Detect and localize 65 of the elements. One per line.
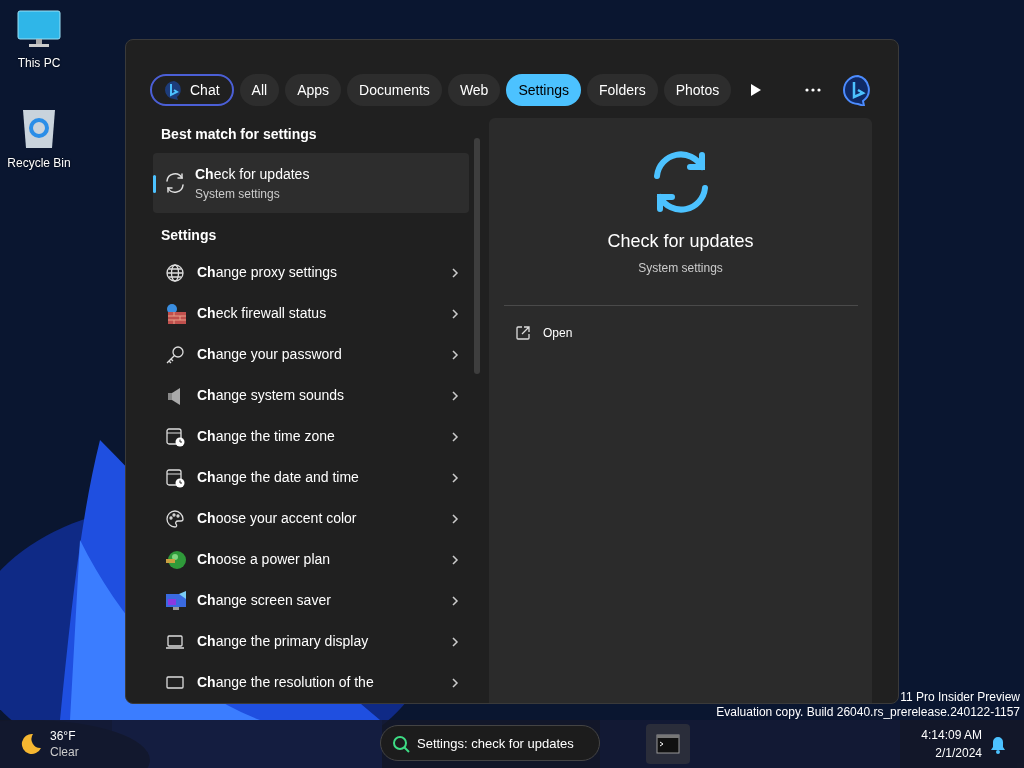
filter-tab[interactable]: Settings [506,74,581,106]
scrollbar-thumb[interactable] [474,138,480,374]
watermark-text: 11 Pro Insider Preview [900,691,1020,704]
settings-result[interactable]: Change the time zone [153,416,469,457]
chevron-icon [451,266,459,279]
settings-result[interactable]: Choose a power plan [153,539,469,580]
best-match-item[interactable]: Check for updates System settings [153,153,469,213]
settings-result[interactable]: Change screen saver [153,580,469,621]
chevron-icon [451,635,459,648]
more-icon [804,88,821,92]
chevron-icon [451,430,459,443]
settings-result[interactable]: Change your password [153,334,469,375]
palette-icon [165,508,187,529]
filter-tab[interactable]: Folders [587,74,658,106]
globe-icon [165,262,187,283]
calendar-clock-icon [165,467,187,488]
chevron-icon [451,676,459,689]
external-link-icon [515,325,531,341]
monitor-icon [165,589,187,612]
notification-bell-icon[interactable] [990,736,1006,754]
play-icon [750,83,763,97]
result-subtitle: System settings [195,185,281,203]
filter-tab[interactable]: Web [447,74,501,106]
preview-title: Check for updates [607,230,754,253]
selection-indicator [153,175,156,193]
chevron-icon [451,553,459,566]
settings-result[interactable]: Change the resolution of the [153,662,469,703]
key-icon [165,344,187,365]
power-plan-icon [165,548,187,571]
watermark-text: Evaluation copy. Build 26040.rs_prerelease.240122-1157 [716,706,1020,719]
open-action[interactable]: Open [513,320,575,346]
monitor-icon[interactable] [17,10,61,50]
calendar-clock-icon [165,426,187,447]
clock[interactable]: 4:14:09 AM 2/1/2024 [921,726,982,762]
chevron-icon [451,348,459,361]
filter-tab[interactable]: Photos [663,74,732,106]
settings-result[interactable]: Change the primary display [153,621,469,662]
settings-result[interactable]: Change system sounds [153,375,469,416]
preview-subtitle: System settings [638,260,723,277]
section-heading: Settings [160,226,218,245]
settings-result[interactable]: Change the date and time [153,457,469,498]
settings-result[interactable]: Check firewall status [153,293,469,334]
settings-result[interactable]: Choose your accent color [153,498,469,539]
filter-tab[interactable]: Apps [285,74,342,106]
weather-condition: Clear [50,744,79,760]
terminal-taskbar-icon[interactable] [646,724,690,764]
chevron-icon [451,389,459,402]
temperature-text: 36°F [50,728,77,744]
filter-tab[interactable]: All [239,74,280,106]
section-heading: Best match for settings [160,125,318,144]
settings-result[interactable]: Change proxy settings [153,252,469,293]
search-field[interactable]: Settings: check for updates [380,725,600,761]
filter-tab[interactable]: Chat [150,74,234,106]
result-title: Check for updates [195,164,310,184]
brick-wall-icon [165,302,187,325]
chevron-icon [451,594,459,607]
sync-icon [163,171,187,195]
desktop-icon-label[interactable]: Recycle Bin [7,154,71,172]
search-icon [392,735,410,753]
chat-icon [164,80,184,100]
filter-tab[interactable]: Documents [347,74,442,106]
chevron-icon [451,307,459,320]
desktop-icon-label[interactable]: This PC [17,54,61,72]
chevron-icon [451,471,459,484]
chevron-icon [451,512,459,525]
